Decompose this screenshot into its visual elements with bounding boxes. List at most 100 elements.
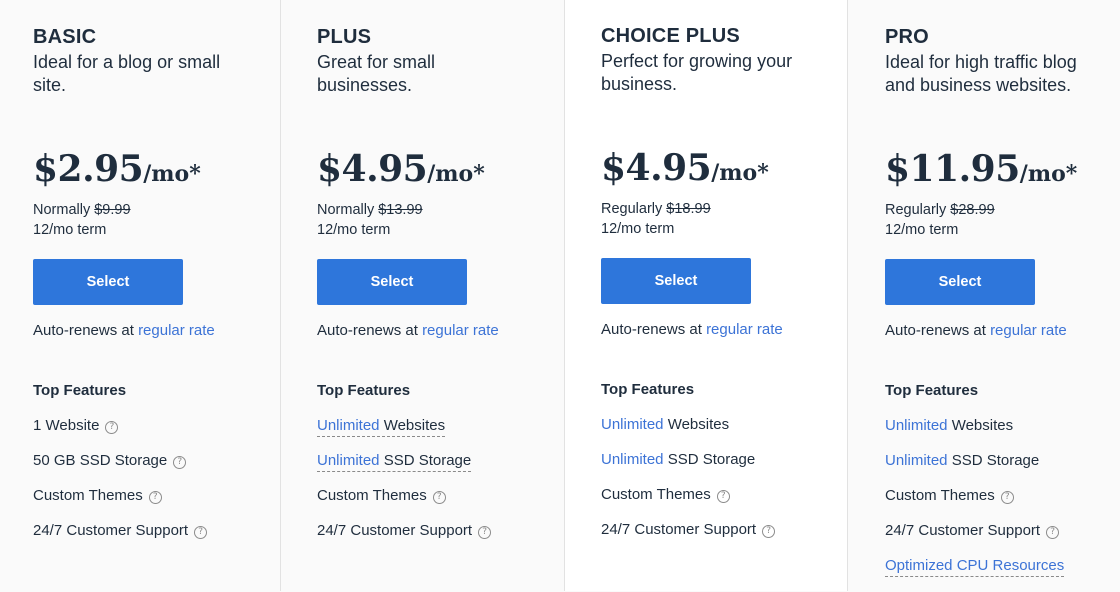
regular-price-label: Regularly [601,201,663,217]
plan-term: 12/mo term [885,222,959,238]
feature-text: 1 Website [33,417,100,434]
feature-label: 1 Website [33,417,99,434]
feature-highlight: Optimized CPU Resources [885,557,1065,574]
select-button[interactable]: Select [601,258,751,304]
plan-name: PRO [885,26,929,48]
top-features-title: Top Features [33,382,127,399]
feature-text: Custom Themes [885,487,995,504]
question-circle-icon[interactable]: ? [105,421,119,434]
feature-text: SSD Storage [379,452,472,469]
feature-text: Custom Themes [317,487,427,504]
regular-price-label: Normally [33,202,91,218]
feature-label: Custom Themes [317,487,427,504]
plan-card-basic: BASIC Ideal for a blog or small site. $2… [0,0,281,591]
feature-item[interactable]: 50 GB SSD Storage? [33,452,207,487]
feature-label: Unlimited SSD Storage [601,451,755,468]
feature-item[interactable]: 24/7 Customer Support? [885,522,1064,557]
plan-term: 12/mo term [317,222,391,238]
feature-label: Unlimited Websites [601,416,729,433]
feature-text: 24/7 Customer Support [885,522,1041,539]
plan-term: 12/mo term [33,222,107,238]
feature-label: Unlimited SSD Storage [885,452,1039,469]
regular-rate-link[interactable]: regular rate [990,322,1067,339]
feature-label: 24/7 Customer Support [885,522,1040,539]
feature-text: SSD Storage [663,451,756,468]
feature-label: Unlimited Websites [885,417,1013,434]
feature-text: 50 GB SSD Storage [33,452,168,469]
feature-item[interactable]: Unlimited SSD Storage [317,452,491,487]
question-circle-icon[interactable]: ? [173,456,187,469]
feature-item[interactable]: 24/7 Customer Support? [33,522,208,557]
question-circle-icon[interactable]: ? [432,491,446,504]
feature-item[interactable]: Custom Themes? [33,487,207,522]
regular-rate-link[interactable]: regular rate [706,321,783,338]
plan-name: PLUS [317,26,372,48]
feature-list: Unlimited Websites Unlimited SSD Storage C… [601,416,776,556]
question-circle-icon[interactable]: ? [478,526,492,539]
question-circle-icon[interactable]: ? [1000,491,1014,504]
plan-card-choice-plus: CHOICE PLUS Perfect for growing your bus… [565,0,848,591]
top-features-title: Top Features [317,382,411,399]
feature-item[interactable]: Unlimited Websites [317,417,491,452]
price-period: /mo* [1019,161,1078,187]
regular-rate-link[interactable]: regular rate [138,322,215,339]
feature-label: 50 GB SSD Storage [33,452,167,469]
price-amount: $4.95 [317,148,428,190]
top-features-title: Top Features [601,381,695,398]
feature-label[interactable]: Optimized CPU Resources [885,557,1065,577]
feature-label[interactable]: Unlimited Websites [317,417,446,437]
feature-list: Unlimited Websites Unlimited SSD Storage C… [317,417,492,557]
regular-price: Regularly $28.99 [885,202,995,218]
regular-price-value: $9.99 [94,202,131,218]
plan-price: $4.95/mo* [601,147,769,189]
price-amount: $4.95 [601,147,712,189]
feature-list: 1 Website? 50 GB SSD Storage? Custom Theme… [33,417,208,557]
select-button[interactable]: Select [317,259,467,305]
plan-term: 12/mo term [601,221,675,237]
feature-label: 24/7 Customer Support [601,521,756,538]
feature-item[interactable]: Custom Themes? [317,487,491,522]
regular-rate-link[interactable]: regular rate [422,322,499,339]
feature-text: Custom Themes [33,487,143,504]
question-circle-icon[interactable]: ? [716,490,730,503]
plan-price: $2.95/mo* [33,148,201,190]
question-circle-icon[interactable]: ? [148,491,162,504]
feature-item[interactable]: Custom Themes? [885,487,1064,522]
plan-name: BASIC [33,26,97,48]
autorenew-note: Auto-renews at regular rate [885,322,1067,339]
feature-item: Unlimited Websites [601,416,775,451]
feature-text: Websites [379,417,446,434]
autorenew-text: Auto-renews at [33,322,134,339]
feature-item[interactable]: 24/7 Customer Support? [601,521,776,556]
price-amount: $11.95 [885,148,1020,190]
feature-label: Custom Themes [885,487,995,504]
feature-label: 24/7 Customer Support [317,522,472,539]
select-button[interactable]: Select [33,259,183,305]
feature-text: Websites [947,417,1014,434]
feature-label[interactable]: Unlimited SSD Storage [317,452,472,472]
select-button[interactable]: Select [885,259,1035,305]
feature-item[interactable]: 24/7 Customer Support? [317,522,492,557]
feature-item[interactable]: Custom Themes? [601,486,775,521]
regular-price: Regularly $18.99 [601,201,711,217]
plan-description: Perfect for growing your business. [601,51,793,94]
feature-text: 24/7 Customer Support [317,522,473,539]
feature-text: 24/7 Customer Support [33,522,189,539]
pricing-plans: BASIC Ideal for a blog or small site. $2… [0,0,1120,591]
autorenew-text: Auto-renews at [885,322,986,339]
plan-price: $11.95/mo* [885,148,1077,190]
top-features-title: Top Features [885,382,979,399]
feature-highlight: Unlimited [601,416,664,433]
question-circle-icon[interactable]: ? [1046,526,1060,539]
question-circle-icon[interactable]: ? [762,525,776,538]
feature-item[interactable]: 1 Website? [33,417,207,452]
price-period: /mo* [143,161,201,187]
price-period: /mo* [427,161,485,187]
feature-list: Unlimited Websites Unlimited SSD Storage C… [885,417,1065,592]
regular-price-label: Regularly [885,202,947,218]
feature-item[interactable]: Optimized CPU Resources [885,557,1065,592]
feature-text: Custom Themes [601,486,711,503]
feature-item: Unlimited Websites [885,417,1064,452]
question-circle-icon[interactable]: ? [194,526,208,539]
feature-label: Custom Themes [33,487,143,504]
